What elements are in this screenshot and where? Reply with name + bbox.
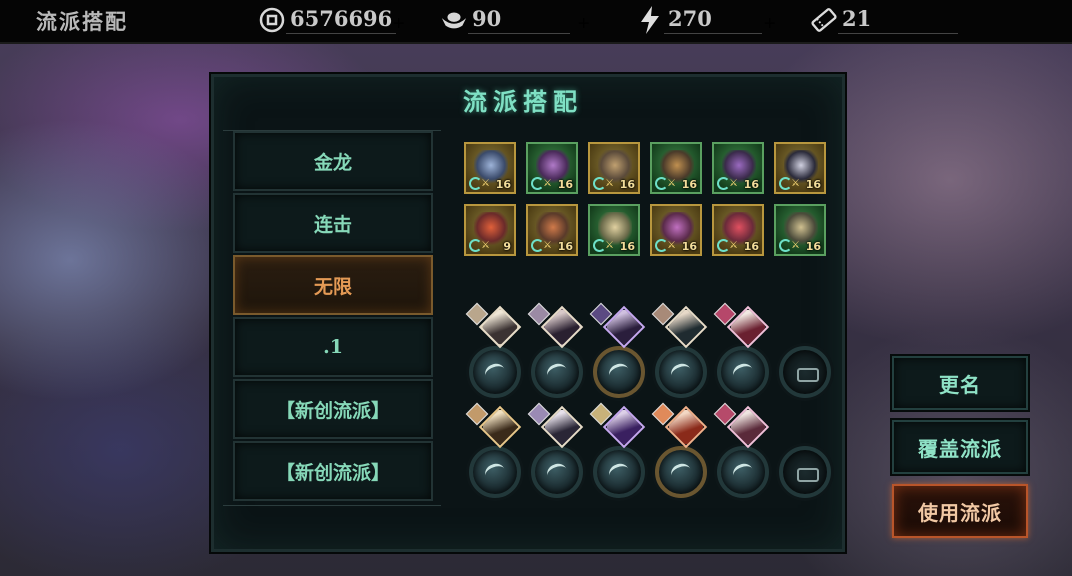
equipment-level: 16 — [805, 178, 821, 191]
loadout-slot-wuxian[interactable]: 无限 — [233, 255, 433, 315]
equipment-level: 16 — [681, 240, 697, 253]
sword-icon: ⚔ — [791, 240, 800, 251]
hero-skill-slot[interactable] — [469, 346, 521, 398]
equipment-level: 16 — [681, 178, 697, 191]
hero-skill-slot[interactable] — [469, 446, 521, 498]
ticket-value: 21 — [838, 6, 958, 34]
add-ingot-button[interactable]: + — [577, 6, 590, 38]
equipment-slot[interactable]: ⚔ 9 — [464, 204, 516, 256]
add-stamina-button[interactable]: + — [763, 6, 776, 38]
sword-icon: ⚔ — [667, 240, 676, 251]
sword-icon: ⚔ — [605, 178, 614, 189]
equipment-slot[interactable]: ⚔ 16 — [650, 204, 702, 256]
equipment-slot[interactable]: ⚔ 16 — [774, 142, 826, 194]
lightning-icon — [636, 6, 664, 34]
overwrite-loadout-button[interactable]: 覆盖流派 — [892, 420, 1028, 474]
coin-resource: 6576696 — [258, 4, 397, 36]
equipment-slot[interactable]: ⚔ 16 — [650, 142, 702, 194]
hero-skill-slot[interactable] — [655, 446, 707, 498]
loadout-slot-lianji[interactable]: 连击 — [233, 193, 433, 253]
sword-icon: ⚔ — [667, 178, 676, 189]
loadout-panel: 流派搭配 金龙 连击 无限 .1 【新创流派】 【新创流派】 ⚔ 16 ⚔ 16 ⚔ 16… — [211, 74, 845, 552]
empty-skill-slot[interactable] — [779, 446, 831, 498]
stamina-resource: 270 — [636, 4, 762, 36]
ingot-icon — [440, 6, 468, 34]
hero-skill-slot[interactable] — [717, 446, 769, 498]
coin-icon — [258, 6, 286, 34]
add-coin-button[interactable]: + — [392, 6, 405, 38]
equipment-level: 16 — [619, 240, 635, 253]
ingot-resource: 90 — [440, 4, 570, 36]
loadout-slot-dot1[interactable]: .1 — [233, 317, 433, 377]
equipment-slot[interactable]: ⚔ 16 — [464, 142, 516, 194]
loadout-slot-new-2[interactable]: 【新创流派】 — [233, 441, 433, 501]
equipment-level: 16 — [557, 178, 573, 191]
top-bar: 流派搭配 6576696 + 90 + 270 + 21 — [0, 0, 1072, 44]
equipment-level: 9 — [503, 240, 511, 253]
loadout-slot-new-1[interactable]: 【新创流派】 — [233, 379, 433, 439]
stamina-value: 270 — [664, 6, 762, 34]
use-loadout-button[interactable]: 使用流派 — [892, 484, 1028, 538]
equipment-slot[interactable]: ⚔ 16 — [588, 204, 640, 256]
hero-skill-slot[interactable] — [593, 346, 645, 398]
equipment-level: 16 — [743, 178, 759, 191]
coin-value: 6576696 — [286, 6, 397, 34]
ticket-icon — [810, 6, 838, 34]
ingot-value: 90 — [468, 6, 570, 34]
sword-icon: ⚔ — [481, 240, 490, 251]
sword-icon: ⚔ — [543, 240, 552, 251]
equipment-level: 16 — [557, 240, 573, 253]
equipment-slot[interactable]: ⚔ 16 — [526, 204, 578, 256]
hero-skill-slot[interactable] — [655, 346, 707, 398]
sword-icon: ⚔ — [543, 178, 552, 189]
sword-icon: ⚔ — [729, 240, 738, 251]
sword-icon: ⚔ — [481, 178, 490, 189]
equipment-slot[interactable]: ⚔ 16 — [712, 204, 764, 256]
equipment-level: 16 — [619, 178, 635, 191]
rename-button[interactable]: 更名 — [892, 356, 1028, 410]
hero-skill-slot[interactable] — [531, 346, 583, 398]
loadout-slot-jinlong[interactable]: 金龙 — [233, 131, 433, 191]
equipment-level: 16 — [743, 240, 759, 253]
sword-icon: ⚔ — [729, 178, 738, 189]
loadout-list: 金龙 连击 无限 .1 【新创流派】 【新创流派】 — [223, 130, 441, 506]
equipment-slot[interactable]: ⚔ 16 — [526, 142, 578, 194]
panel-title: 流派搭配 — [463, 87, 583, 116]
equipment-slot[interactable]: ⚔ 16 — [712, 142, 764, 194]
page-title: 流派搭配 — [36, 9, 128, 34]
hero-skill-slot[interactable] — [717, 346, 769, 398]
empty-skill-slot[interactable] — [779, 346, 831, 398]
equipment-level: 16 — [805, 240, 821, 253]
equipment-slot[interactable]: ⚔ 16 — [588, 142, 640, 194]
equipment-level: 16 — [495, 178, 511, 191]
hero-skill-slot[interactable] — [531, 446, 583, 498]
hero-skill-slot[interactable] — [593, 446, 645, 498]
equipment-slot[interactable]: ⚔ 16 — [774, 204, 826, 256]
ticket-resource: 21 — [810, 4, 958, 36]
sword-icon: ⚔ — [791, 178, 800, 189]
sword-icon: ⚔ — [605, 240, 614, 251]
